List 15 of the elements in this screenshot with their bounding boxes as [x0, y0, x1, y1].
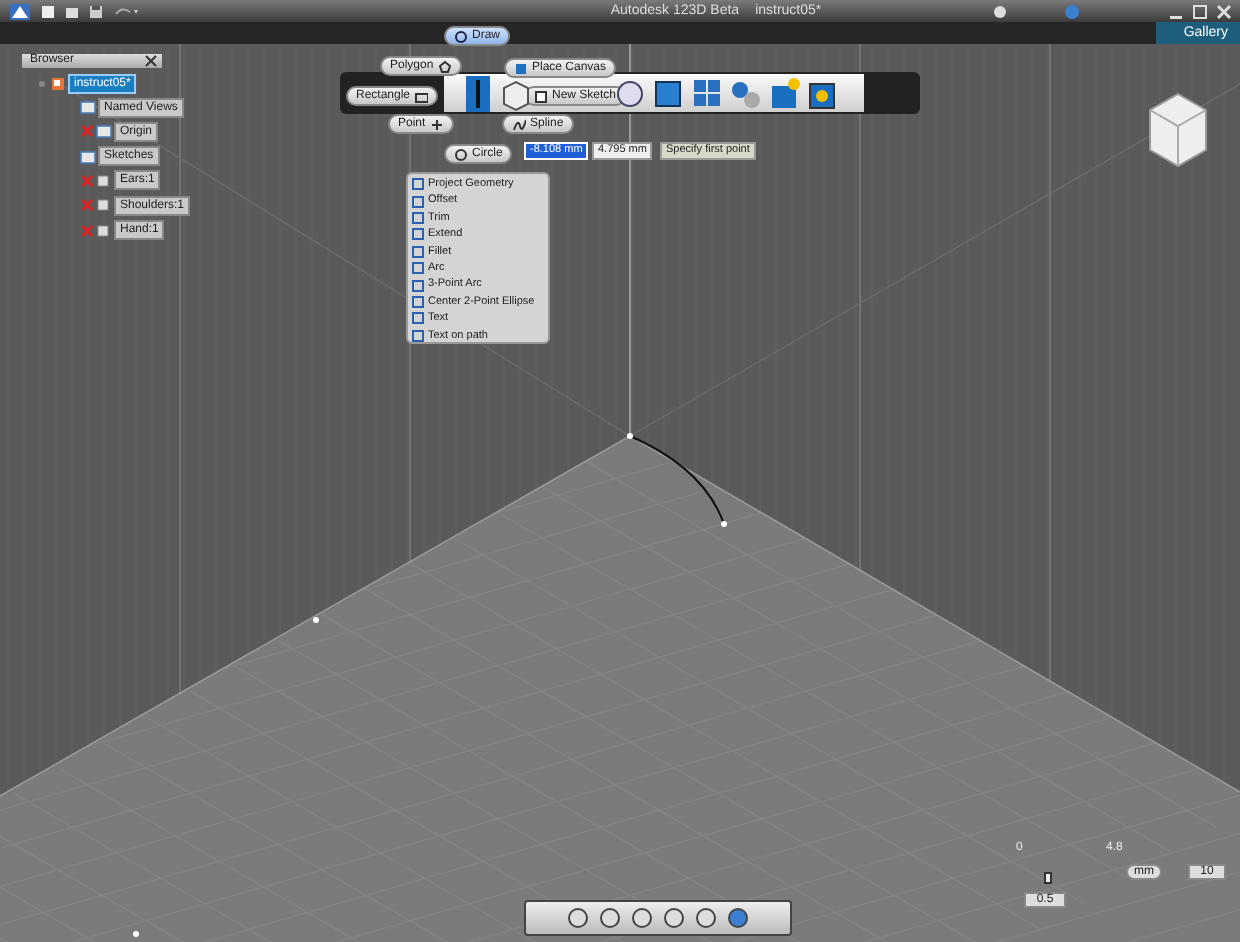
grid-icon[interactable]: [690, 76, 722, 112]
new-file-icon[interactable]: [40, 3, 56, 19]
app-logo-icon[interactable]: [8, 1, 32, 21]
close-icon[interactable]: [1216, 3, 1232, 19]
canvas-icon: [514, 61, 528, 75]
point-icon: [429, 117, 444, 131]
circle-icon: [454, 147, 468, 161]
spline-icon: [512, 117, 526, 131]
polygon-icon: [437, 59, 452, 73]
display-icon[interactable]: [726, 906, 750, 930]
save-icon[interactable]: [88, 3, 104, 19]
undo-icon[interactable]: [112, 3, 140, 19]
maximize-icon[interactable]: [1192, 3, 1208, 19]
slider-thumb-icon[interactable]: [1044, 872, 1052, 884]
folder-icon[interactable]: [64, 3, 80, 19]
